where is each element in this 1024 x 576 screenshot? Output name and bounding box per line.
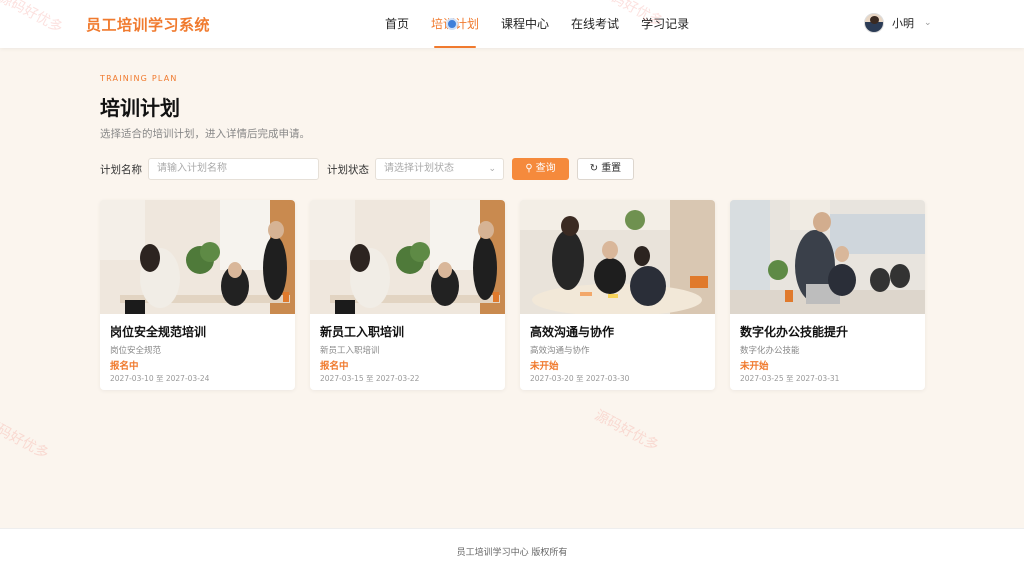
- avatar: [864, 13, 884, 33]
- plan-cover-image: [100, 200, 295, 314]
- plan-title: 数字化办公技能提升: [740, 325, 849, 339]
- plan-subtitle: 高效沟通与协作: [530, 346, 590, 356]
- plan-date-range: 2027-03-15 至 2027-03-22: [320, 374, 420, 383]
- filter-bar: 计划名称 请输入计划名称 计划状态 请选择计划状态 ⌄ ⚲ 查询 ↻ 重置: [100, 158, 660, 180]
- plan-subtitle: 新员工入职培训: [320, 346, 380, 356]
- plan-status-badge: 未开始: [740, 361, 769, 372]
- plan-name-input[interactable]: 请输入计划名称: [148, 158, 319, 180]
- plan-status-placeholder: 请选择计划状态: [384, 163, 454, 174]
- plan-card[interactable]: 数字化办公技能提升 数字化办公技能 未开始 2027-03-25 至 2027-…: [730, 200, 925, 390]
- nav-item-home[interactable]: 首页: [374, 0, 420, 48]
- page-description: 选择适合的培训计划，进入详情后完成申请。: [100, 128, 310, 140]
- plan-card[interactable]: 高效沟通与协作 高效沟通与协作 未开始 2027-03-20 至 2027-03…: [520, 200, 715, 390]
- page-title: 培训计划: [100, 96, 180, 120]
- top-navbar: 员工培训学习系统 首页 培训计划 课程中心 在线考试 学习记录 小明 ⌄: [0, 0, 1024, 48]
- plan-status-badge: 报名中: [110, 361, 139, 372]
- watermark: 源码好优多: [591, 407, 662, 455]
- plan-subtitle: 岗位安全规范: [110, 346, 162, 356]
- section-eyebrow: TRAINING PLAN: [100, 74, 178, 83]
- search-button[interactable]: ⚲ 查询: [512, 158, 569, 180]
- reset-button-label: 重置: [601, 163, 622, 174]
- plan-status-select[interactable]: 请选择计划状态 ⌄: [375, 158, 504, 180]
- nav-item-course-center[interactable]: 课程中心: [490, 0, 560, 48]
- search-button-label: 查询: [535, 163, 556, 174]
- plan-card[interactable]: 新员工入职培训 新员工入职培训 报名中 2027-03-15 至 2027-03…: [310, 200, 505, 390]
- plan-cover-image: [730, 200, 925, 314]
- plan-subtitle: 数字化办公技能: [740, 346, 800, 356]
- plan-title: 岗位安全规范培训: [110, 325, 207, 339]
- reset-button[interactable]: ↻ 重置: [577, 158, 634, 180]
- plan-status-badge: 报名中: [320, 361, 349, 372]
- plan-date-range: 2027-03-20 至 2027-03-30: [530, 374, 630, 383]
- plan-cover-image: [310, 200, 505, 314]
- refresh-icon: ↻: [589, 163, 599, 174]
- chevron-down-icon: ⌄: [924, 18, 932, 28]
- user-menu[interactable]: 小明 ⌄: [864, 13, 932, 33]
- watermark: 源码好优多: [0, 415, 52, 463]
- plan-title: 高效沟通与协作: [530, 325, 615, 339]
- plan-date-range: 2027-03-10 至 2027-03-24: [110, 374, 210, 383]
- footer-copyright: 员工培训学习中心 版权所有: [456, 548, 568, 558]
- plan-cover-image: [520, 200, 715, 314]
- search-icon: ⚲: [525, 163, 533, 174]
- plan-status-label: 计划状态: [327, 164, 369, 176]
- mouse-cursor-indicator: [446, 18, 458, 30]
- plan-date-range: 2027-03-25 至 2027-03-31: [740, 374, 840, 383]
- footer: 员工培训学习中心 版权所有: [0, 528, 1024, 576]
- plan-card[interactable]: 岗位安全规范培训 岗位安全规范 报名中 2027-03-10 至 2027-03…: [100, 200, 295, 390]
- brand-title[interactable]: 员工培训学习系统: [86, 14, 210, 35]
- plan-name-label: 计划名称: [100, 164, 142, 176]
- plan-status-badge: 未开始: [530, 361, 559, 372]
- plan-title: 新员工入职培训: [320, 325, 405, 339]
- chevron-down-icon: ⌄: [488, 164, 496, 174]
- plan-card-grid: 岗位安全规范培训 岗位安全规范 报名中 2027-03-10 至 2027-03…: [100, 200, 926, 392]
- plan-name-placeholder: 请输入计划名称: [157, 163, 227, 174]
- user-name: 小明: [892, 17, 914, 30]
